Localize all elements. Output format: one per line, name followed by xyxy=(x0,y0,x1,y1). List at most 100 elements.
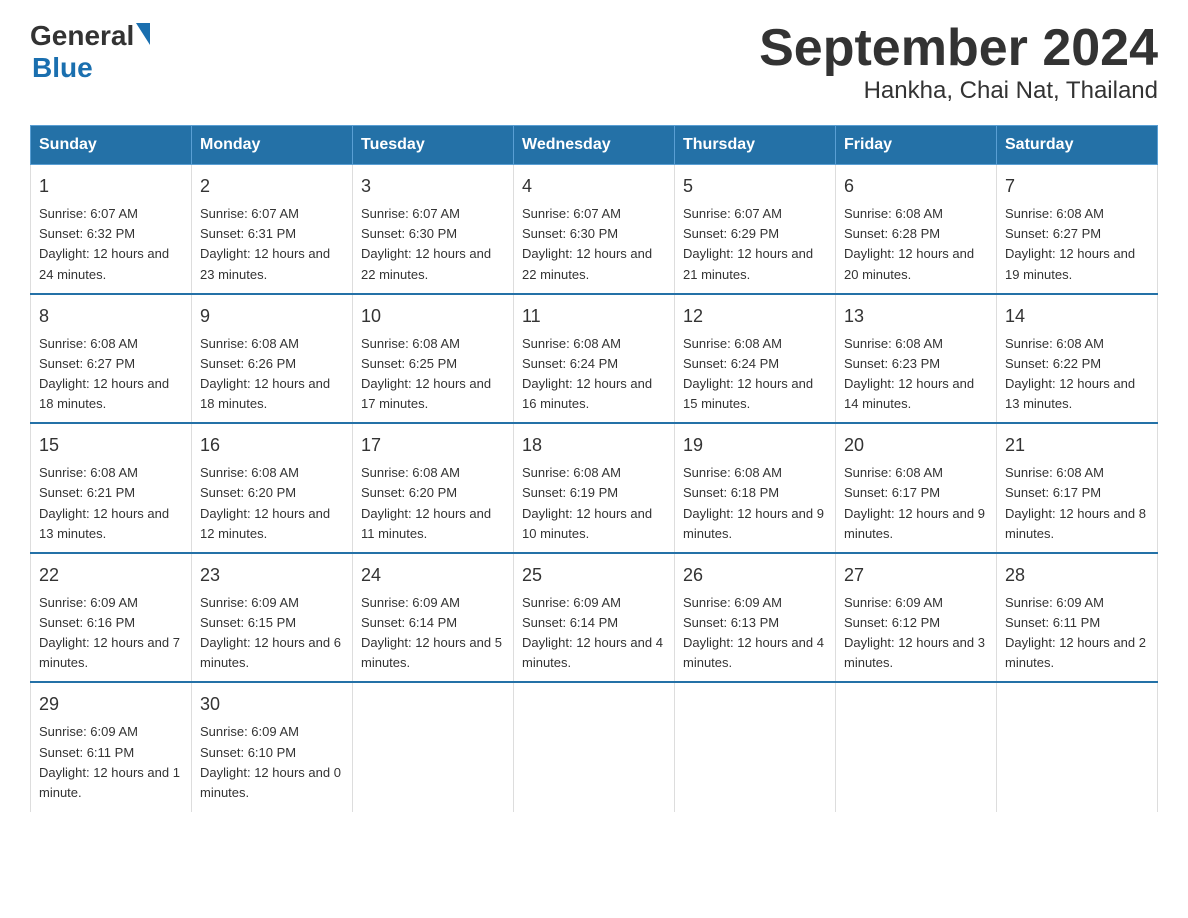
header-wednesday: Wednesday xyxy=(514,126,675,165)
day-number: 23 xyxy=(200,562,344,589)
day-info: Sunrise: 6:08 AMSunset: 6:17 PMDaylight:… xyxy=(844,463,988,544)
day-number: 11 xyxy=(522,303,666,330)
day-number: 7 xyxy=(1005,173,1149,200)
day-number: 26 xyxy=(683,562,827,589)
calendar-cell: 4Sunrise: 6:07 AMSunset: 6:30 PMDaylight… xyxy=(514,165,675,294)
page-title: September 2024 xyxy=(759,20,1158,77)
day-number: 25 xyxy=(522,562,666,589)
day-number: 10 xyxy=(361,303,505,330)
calendar-cell: 24 Sunrise: 6:09 AMSunset: 6:14 PMDayligh… xyxy=(353,553,514,683)
header-saturday: Saturday xyxy=(997,126,1158,165)
day-number: 28 xyxy=(1005,562,1149,589)
day-info: Sunrise: 6:08 AMSunset: 6:24 PMDaylight:… xyxy=(522,334,666,415)
calendar-cell: 16 Sunrise: 6:08 AMSunset: 6:20 PMDayligh… xyxy=(192,423,353,553)
day-number: 18 xyxy=(522,432,666,459)
calendar-cell: 1 Sunrise: 6:07 AMSunset: 6:32 PMDaylight… xyxy=(31,165,192,294)
day-number: 1 xyxy=(39,173,183,200)
day-number: 27 xyxy=(844,562,988,589)
logo-blue: Blue xyxy=(30,52,93,84)
calendar-cell: 22 Sunrise: 6:09 AMSunset: 6:16 PMDayligh… xyxy=(31,553,192,683)
day-info: Sunrise: 6:08 AMSunset: 6:24 PMDaylight:… xyxy=(683,334,827,415)
calendar-cell: 9Sunrise: 6:08 AMSunset: 6:26 PMDaylight… xyxy=(192,294,353,424)
calendar-cell: 13 Sunrise: 6:08 AMSunset: 6:23 PMDayligh… xyxy=(836,294,997,424)
day-info: Sunrise: 6:07 AMSunset: 6:32 PMDaylight:… xyxy=(39,204,183,285)
calendar-cell: 17 Sunrise: 6:08 AMSunset: 6:20 PMDayligh… xyxy=(353,423,514,553)
calendar-cell: 23 Sunrise: 6:09 AMSunset: 6:15 PMDayligh… xyxy=(192,553,353,683)
calendar-cell xyxy=(353,682,514,812)
day-number: 30 xyxy=(200,691,344,718)
day-info: Sunrise: 6:09 AMSunset: 6:12 PMDaylight:… xyxy=(844,593,988,674)
calendar-cell: 2 Sunrise: 6:07 AMSunset: 6:31 PMDaylight… xyxy=(192,165,353,294)
header-thursday: Thursday xyxy=(675,126,836,165)
day-number: 15 xyxy=(39,432,183,459)
day-info: Sunrise: 6:09 AMSunset: 6:16 PMDaylight:… xyxy=(39,593,183,674)
day-number: 5 xyxy=(683,173,827,200)
day-info: Sunrise: 6:09 AMSunset: 6:14 PMDaylight:… xyxy=(361,593,505,674)
day-info: Sunrise: 6:09 AMSunset: 6:13 PMDaylight:… xyxy=(683,593,827,674)
day-info: Sunrise: 6:08 AMSunset: 6:27 PMDaylight:… xyxy=(1005,204,1149,285)
day-info: Sunrise: 6:08 AMSunset: 6:17 PMDaylight:… xyxy=(1005,463,1149,544)
week-row-2: 8Sunrise: 6:08 AMSunset: 6:27 PMDaylight… xyxy=(31,294,1158,424)
day-info: Sunrise: 6:07 AMSunset: 6:31 PMDaylight:… xyxy=(200,204,344,285)
calendar-cell xyxy=(836,682,997,812)
day-info: Sunrise: 6:09 AMSunset: 6:15 PMDaylight:… xyxy=(200,593,344,674)
calendar-cell: 6 Sunrise: 6:08 AMSunset: 6:28 PMDaylight… xyxy=(836,165,997,294)
day-info: Sunrise: 6:08 AMSunset: 6:22 PMDaylight:… xyxy=(1005,334,1149,415)
calendar-cell xyxy=(997,682,1158,812)
calendar-cell: 20 Sunrise: 6:08 AMSunset: 6:17 PMDayligh… xyxy=(836,423,997,553)
day-info: Sunrise: 6:09 AMSunset: 6:11 PMDaylight:… xyxy=(1005,593,1149,674)
calendar-table: SundayMondayTuesdayWednesdayThursdayFrid… xyxy=(30,125,1158,812)
day-info: Sunrise: 6:08 AMSunset: 6:20 PMDaylight:… xyxy=(361,463,505,544)
day-info: Sunrise: 6:07 AMSunset: 6:30 PMDaylight:… xyxy=(522,204,666,285)
day-number: 6 xyxy=(844,173,988,200)
day-info: Sunrise: 6:08 AMSunset: 6:25 PMDaylight:… xyxy=(361,334,505,415)
day-number: 16 xyxy=(200,432,344,459)
calendar-cell: 3 Sunrise: 6:07 AMSunset: 6:30 PMDaylight… xyxy=(353,165,514,294)
day-info: Sunrise: 6:09 AMSunset: 6:14 PMDaylight:… xyxy=(522,593,666,674)
day-info: Sunrise: 6:08 AMSunset: 6:18 PMDaylight:… xyxy=(683,463,827,544)
day-number: 20 xyxy=(844,432,988,459)
day-number: 24 xyxy=(361,562,505,589)
week-row-5: 29 Sunrise: 6:09 AMSunset: 6:11 PMDayligh… xyxy=(31,682,1158,812)
day-number: 22 xyxy=(39,562,183,589)
header-tuesday: Tuesday xyxy=(353,126,514,165)
calendar-cell: 28 Sunrise: 6:09 AMSunset: 6:11 PMDayligh… xyxy=(997,553,1158,683)
calendar-cell: 11 Sunrise: 6:08 AMSunset: 6:24 PMDayligh… xyxy=(514,294,675,424)
page-header: General Blue September 2024 Hankha, Chai… xyxy=(30,20,1158,105)
day-info: Sunrise: 6:08 AMSunset: 6:23 PMDaylight:… xyxy=(844,334,988,415)
calendar-cell xyxy=(675,682,836,812)
day-number: 8 xyxy=(39,303,183,330)
day-number: 2 xyxy=(200,173,344,200)
day-info: Sunrise: 6:08 AMSunset: 6:20 PMDaylight:… xyxy=(200,463,344,544)
day-info: Sunrise: 6:08 AMSunset: 6:26 PMDaylight:… xyxy=(200,334,344,415)
day-number: 21 xyxy=(1005,432,1149,459)
logo-general: General xyxy=(30,20,134,52)
calendar-cell: 27 Sunrise: 6:09 AMSunset: 6:12 PMDayligh… xyxy=(836,553,997,683)
calendar-cell: 26 Sunrise: 6:09 AMSunset: 6:13 PMDayligh… xyxy=(675,553,836,683)
calendar-cell: 5 Sunrise: 6:07 AMSunset: 6:29 PMDaylight… xyxy=(675,165,836,294)
day-info: Sunrise: 6:07 AMSunset: 6:29 PMDaylight:… xyxy=(683,204,827,285)
calendar-cell: 21 Sunrise: 6:08 AMSunset: 6:17 PMDayligh… xyxy=(997,423,1158,553)
calendar-cell: 15 Sunrise: 6:08 AMSunset: 6:21 PMDayligh… xyxy=(31,423,192,553)
logo-triangle-icon xyxy=(136,23,150,45)
day-number: 19 xyxy=(683,432,827,459)
day-info: Sunrise: 6:09 AMSunset: 6:11 PMDaylight:… xyxy=(39,722,183,803)
day-info: Sunrise: 6:08 AMSunset: 6:21 PMDaylight:… xyxy=(39,463,183,544)
day-info: Sunrise: 6:08 AMSunset: 6:28 PMDaylight:… xyxy=(844,204,988,285)
calendar-cell: 18Sunrise: 6:08 AMSunset: 6:19 PMDayligh… xyxy=(514,423,675,553)
header-friday: Friday xyxy=(836,126,997,165)
calendar-header-row: SundayMondayTuesdayWednesdayThursdayFrid… xyxy=(31,126,1158,165)
day-number: 29 xyxy=(39,691,183,718)
calendar-cell: 14Sunrise: 6:08 AMSunset: 6:22 PMDayligh… xyxy=(997,294,1158,424)
day-number: 13 xyxy=(844,303,988,330)
header-monday: Monday xyxy=(192,126,353,165)
day-info: Sunrise: 6:07 AMSunset: 6:30 PMDaylight:… xyxy=(361,204,505,285)
calendar-cell: 7 Sunrise: 6:08 AMSunset: 6:27 PMDaylight… xyxy=(997,165,1158,294)
calendar-cell: 25 Sunrise: 6:09 AMSunset: 6:14 PMDayligh… xyxy=(514,553,675,683)
day-number: 3 xyxy=(361,173,505,200)
title-area: September 2024 Hankha, Chai Nat, Thailan… xyxy=(759,20,1158,105)
day-number: 17 xyxy=(361,432,505,459)
week-row-3: 15 Sunrise: 6:08 AMSunset: 6:21 PMDayligh… xyxy=(31,423,1158,553)
calendar-cell: 29 Sunrise: 6:09 AMSunset: 6:11 PMDayligh… xyxy=(31,682,192,812)
week-row-1: 1 Sunrise: 6:07 AMSunset: 6:32 PMDaylight… xyxy=(31,165,1158,294)
